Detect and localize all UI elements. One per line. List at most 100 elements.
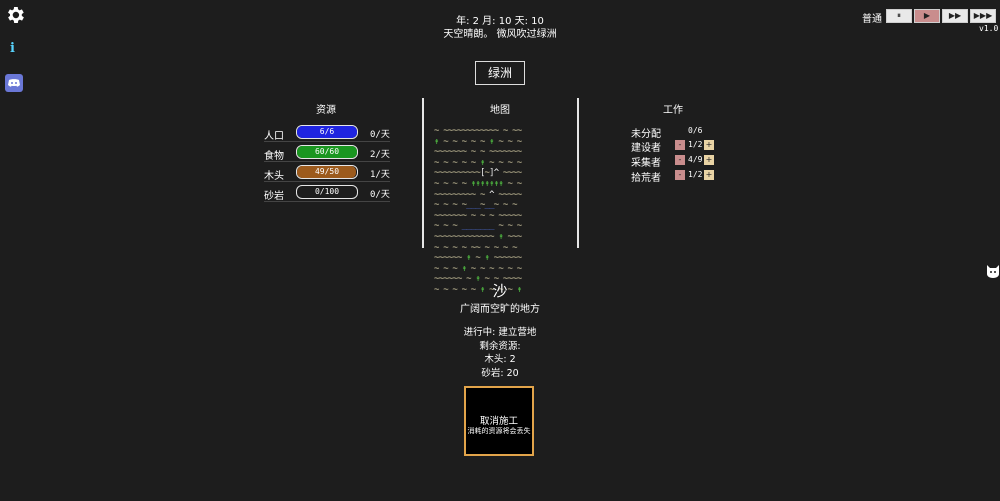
resource-bar: 60/60	[296, 145, 358, 159]
resource-row: 木头 49/50 1/天	[264, 165, 390, 182]
job-increase-button[interactable]: +	[704, 140, 714, 150]
resource-value: 60/60	[314, 147, 340, 156]
resource-value: 0/100	[314, 187, 340, 196]
pause-button[interactable]: ⏸	[886, 9, 912, 23]
map-title: 地图	[490, 105, 510, 116]
cancel-construction-button[interactable]: 取消施工 消耗的资源将会丢失	[464, 386, 534, 456]
resource-name: 砂岩	[264, 191, 284, 202]
resource-rate: 0/天	[370, 190, 390, 200]
resource-row: 人口 6/6 0/天	[264, 125, 390, 142]
job-unassigned-value: 0/6	[688, 126, 703, 135]
resource-row: 食物 60/60 2/天	[264, 145, 390, 162]
map-row: ~ ~ ~ ~ ↟↟↟↟↟↟↟ ~ ~	[434, 179, 566, 190]
map-row: ~ ~ ~ ~ ~ ↟ ~ ~ ~ ~	[434, 158, 566, 169]
map-row: ~ ~ ~ ~___~__~ ~ ~	[434, 200, 566, 211]
play-button[interactable]: ▶	[914, 9, 940, 23]
weather-text: 天空晴朗。 微风吹过绿洲	[443, 29, 557, 40]
job-increase-button[interactable]: +	[704, 155, 714, 165]
map-row: ~ ~ ~ _______ ~ ~ ~	[434, 221, 566, 232]
map-row: ~~~~~~~~~~~~~ ↟ ~~~	[434, 232, 566, 243]
resource-rate: 2/天	[370, 150, 390, 160]
info-icon[interactable]: i	[10, 41, 15, 56]
divider	[264, 181, 390, 182]
location-name: 绿洲	[475, 61, 525, 85]
map-tile-empty[interactable]	[517, 243, 522, 254]
job-unassigned: 未分配 0/6	[631, 125, 721, 140]
map-row: ~~~~~~ ↟ ~ ↟ ~~~~~~	[434, 253, 566, 264]
job-decrease-button[interactable]: -	[675, 155, 685, 165]
job-row: 拾荒者 -1/2 +	[631, 169, 721, 184]
map-row: ↟ ~ ~ ~ ~ ~ ↟ ~ ~ ~	[434, 137, 566, 148]
map-frame-left	[422, 98, 424, 248]
fastest-forward-icon: ▶▶▶	[973, 11, 993, 20]
map-row: ~~~~~~~~~~[~]^ ~~~~	[434, 168, 566, 179]
map-tile-sand[interactable]: ~	[517, 232, 522, 243]
remaining-sandstone: 砂岩: 20	[481, 368, 519, 379]
fast-button[interactable]: ▶▶	[942, 9, 968, 23]
divider	[264, 161, 390, 162]
resource-bar: 49/50	[296, 165, 358, 179]
terrain-description: 广阔而空旷的地方	[460, 304, 540, 315]
map-grid[interactable]: ~ ~~~~~~~~~~~~ ~ ~~ ↟ ~ ~ ~ ~ ~ ↟ ~ ~ ~ ~~…	[434, 126, 566, 296]
resource-name: 人口	[264, 131, 284, 142]
job-increase-button[interactable]: +	[704, 170, 714, 180]
job-value: 1/2	[688, 170, 703, 179]
resource-bar: 0/100	[296, 185, 358, 199]
resources-title: 资源	[316, 105, 336, 116]
discord-icon[interactable]	[5, 74, 23, 92]
play-icon: ▶	[923, 11, 931, 20]
remaining-label: 剩余资源:	[479, 341, 521, 352]
speed-label: 普通	[862, 14, 882, 25]
map-tile-sand[interactable]: ~	[517, 264, 522, 275]
map-tile-sand[interactable]: ~	[517, 190, 522, 201]
map-row: ~ ~ ~ ~ ~~ ~ ~ ~ ~	[434, 243, 566, 254]
job-name: 拾荒者	[631, 173, 661, 184]
map-tile-sand[interactable]: ~	[517, 137, 522, 148]
resource-name: 食物	[264, 151, 284, 162]
resource-bar: 6/6	[296, 125, 358, 139]
map-tile-sand[interactable]: ~	[517, 147, 522, 158]
job-name: 采集者	[631, 158, 661, 169]
job-value: 4/9	[688, 155, 703, 164]
map-frame-right	[577, 98, 579, 248]
job-unassigned-label: 未分配	[631, 129, 661, 140]
resource-value: 6/6	[319, 127, 335, 136]
job-row: 采集者 -4/9 +	[631, 154, 721, 169]
resource-row: 砂岩 0/100 0/天	[264, 185, 390, 202]
map-tile-sand[interactable]: ~	[517, 211, 522, 222]
map-row: ~ ~ ~ ↟ ~ ~ ~ ~ ~ ~	[434, 264, 566, 275]
terrain-name: 沙	[492, 282, 508, 300]
map-tile-empty[interactable]	[517, 200, 522, 211]
resource-rate: 0/天	[370, 130, 390, 140]
project-status: 进行中: 建立营地	[463, 327, 537, 338]
map-tile-sand[interactable]: ~	[517, 126, 522, 137]
job-value: 1/2	[688, 140, 703, 149]
job-decrease-button[interactable]: -	[675, 170, 685, 180]
resource-value: 49/50	[314, 167, 340, 176]
map-tile-sand[interactable]: ~	[517, 221, 522, 232]
jobs-title: 工作	[663, 105, 683, 116]
map-tile-sand[interactable]: ~	[517, 179, 522, 190]
map-tile-sand[interactable]: ~	[517, 168, 522, 179]
map-row: ~ ~~~~~~~~~~~~ ~ ~~	[434, 126, 566, 137]
divider	[264, 141, 390, 142]
cancel-title: 取消施工	[479, 416, 518, 427]
map-row: ~~~~~~~~~ ~ ^ ~~~~~	[434, 190, 566, 201]
cancel-subtitle: 消耗的资源将会丢失	[467, 427, 531, 435]
job-decrease-button[interactable]: -	[675, 140, 685, 150]
fastest-button[interactable]: ▶▶▶	[970, 9, 996, 23]
fast-forward-icon: ▶▶	[948, 11, 962, 20]
divider	[264, 201, 390, 202]
resource-name: 木头	[264, 171, 284, 182]
cat-icon[interactable]	[986, 263, 1000, 279]
resource-rate: 1/天	[370, 170, 390, 180]
remaining-wood: 木头: 2	[484, 354, 516, 365]
map-tile-sand[interactable]: ~	[517, 253, 522, 264]
map-row: ~~~~~~~ ~ ~ ~~~~~~~	[434, 147, 566, 158]
version-label: v1.0	[979, 24, 999, 33]
map-tile-sand[interactable]: ~	[517, 158, 522, 169]
job-name: 建设者	[631, 143, 661, 154]
job-row: 建设者 -1/2 +	[631, 139, 721, 154]
pause-icon: ⏸	[897, 11, 901, 20]
map-row: ~~~~~~~ ~ ~ ~ ~~~~~	[434, 211, 566, 222]
